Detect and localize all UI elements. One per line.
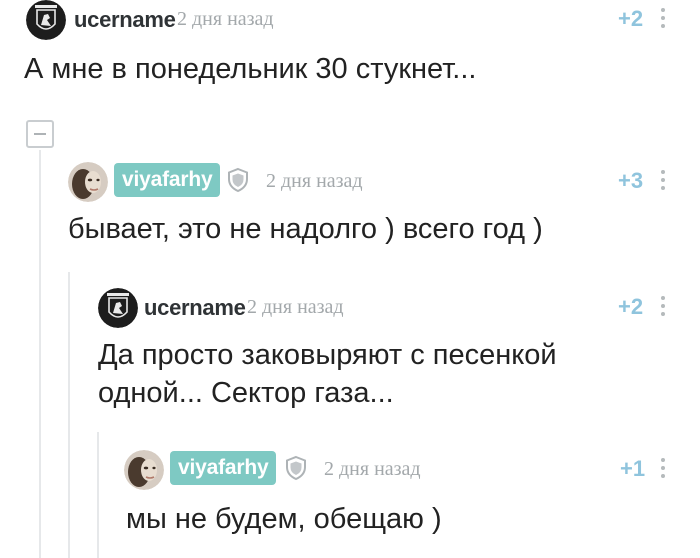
collapse-thread-button[interactable]: [26, 120, 54, 148]
more-options-icon[interactable]: [660, 8, 666, 30]
comment-text-line: Да просто заковыряют с песенкой: [98, 339, 557, 371]
comment-text: А мне в понедельник 30 стукнет...: [24, 53, 477, 85]
thread-line-level-1[interactable]: [39, 150, 41, 558]
user-avatar[interactable]: [124, 450, 164, 490]
comment-text-line: одной... Сектор газа...: [98, 377, 394, 409]
user-avatar[interactable]: [68, 162, 108, 202]
shield-icon: [286, 455, 306, 481]
comment-rating: +1: [620, 456, 646, 481]
comment-rating: +3: [618, 168, 644, 193]
username[interactable]: viyafarhy: [114, 163, 221, 197]
more-options-icon[interactable]: [660, 458, 666, 480]
shield-icon: [228, 167, 248, 193]
photo-avatar-icon: [68, 162, 108, 202]
user-avatar[interactable]: [26, 0, 66, 40]
dark-emblem-avatar-icon: [26, 0, 66, 40]
dark-emblem-avatar-icon: [98, 288, 138, 328]
comment-text: мы не будем, обещаю ): [126, 503, 442, 535]
comment-time: 2 дня назад: [266, 170, 363, 192]
comment-rating: +2: [618, 6, 644, 31]
username[interactable]: ucername: [74, 7, 176, 33]
comment-time: 2 дня назад: [324, 458, 421, 480]
comment-rating: +2: [618, 294, 644, 319]
comment-time: 2 дня назад: [247, 296, 344, 318]
comment-text: бывает, это не надолго ) всего год ): [68, 213, 543, 245]
more-options-icon[interactable]: [660, 296, 666, 318]
more-options-icon[interactable]: [660, 170, 666, 192]
photo-avatar-icon: [124, 450, 164, 490]
comment-time: 2 дня назад: [177, 8, 274, 30]
username[interactable]: viyafarhy: [170, 451, 277, 485]
user-avatar[interactable]: [98, 288, 138, 328]
username[interactable]: ucername: [144, 295, 246, 321]
